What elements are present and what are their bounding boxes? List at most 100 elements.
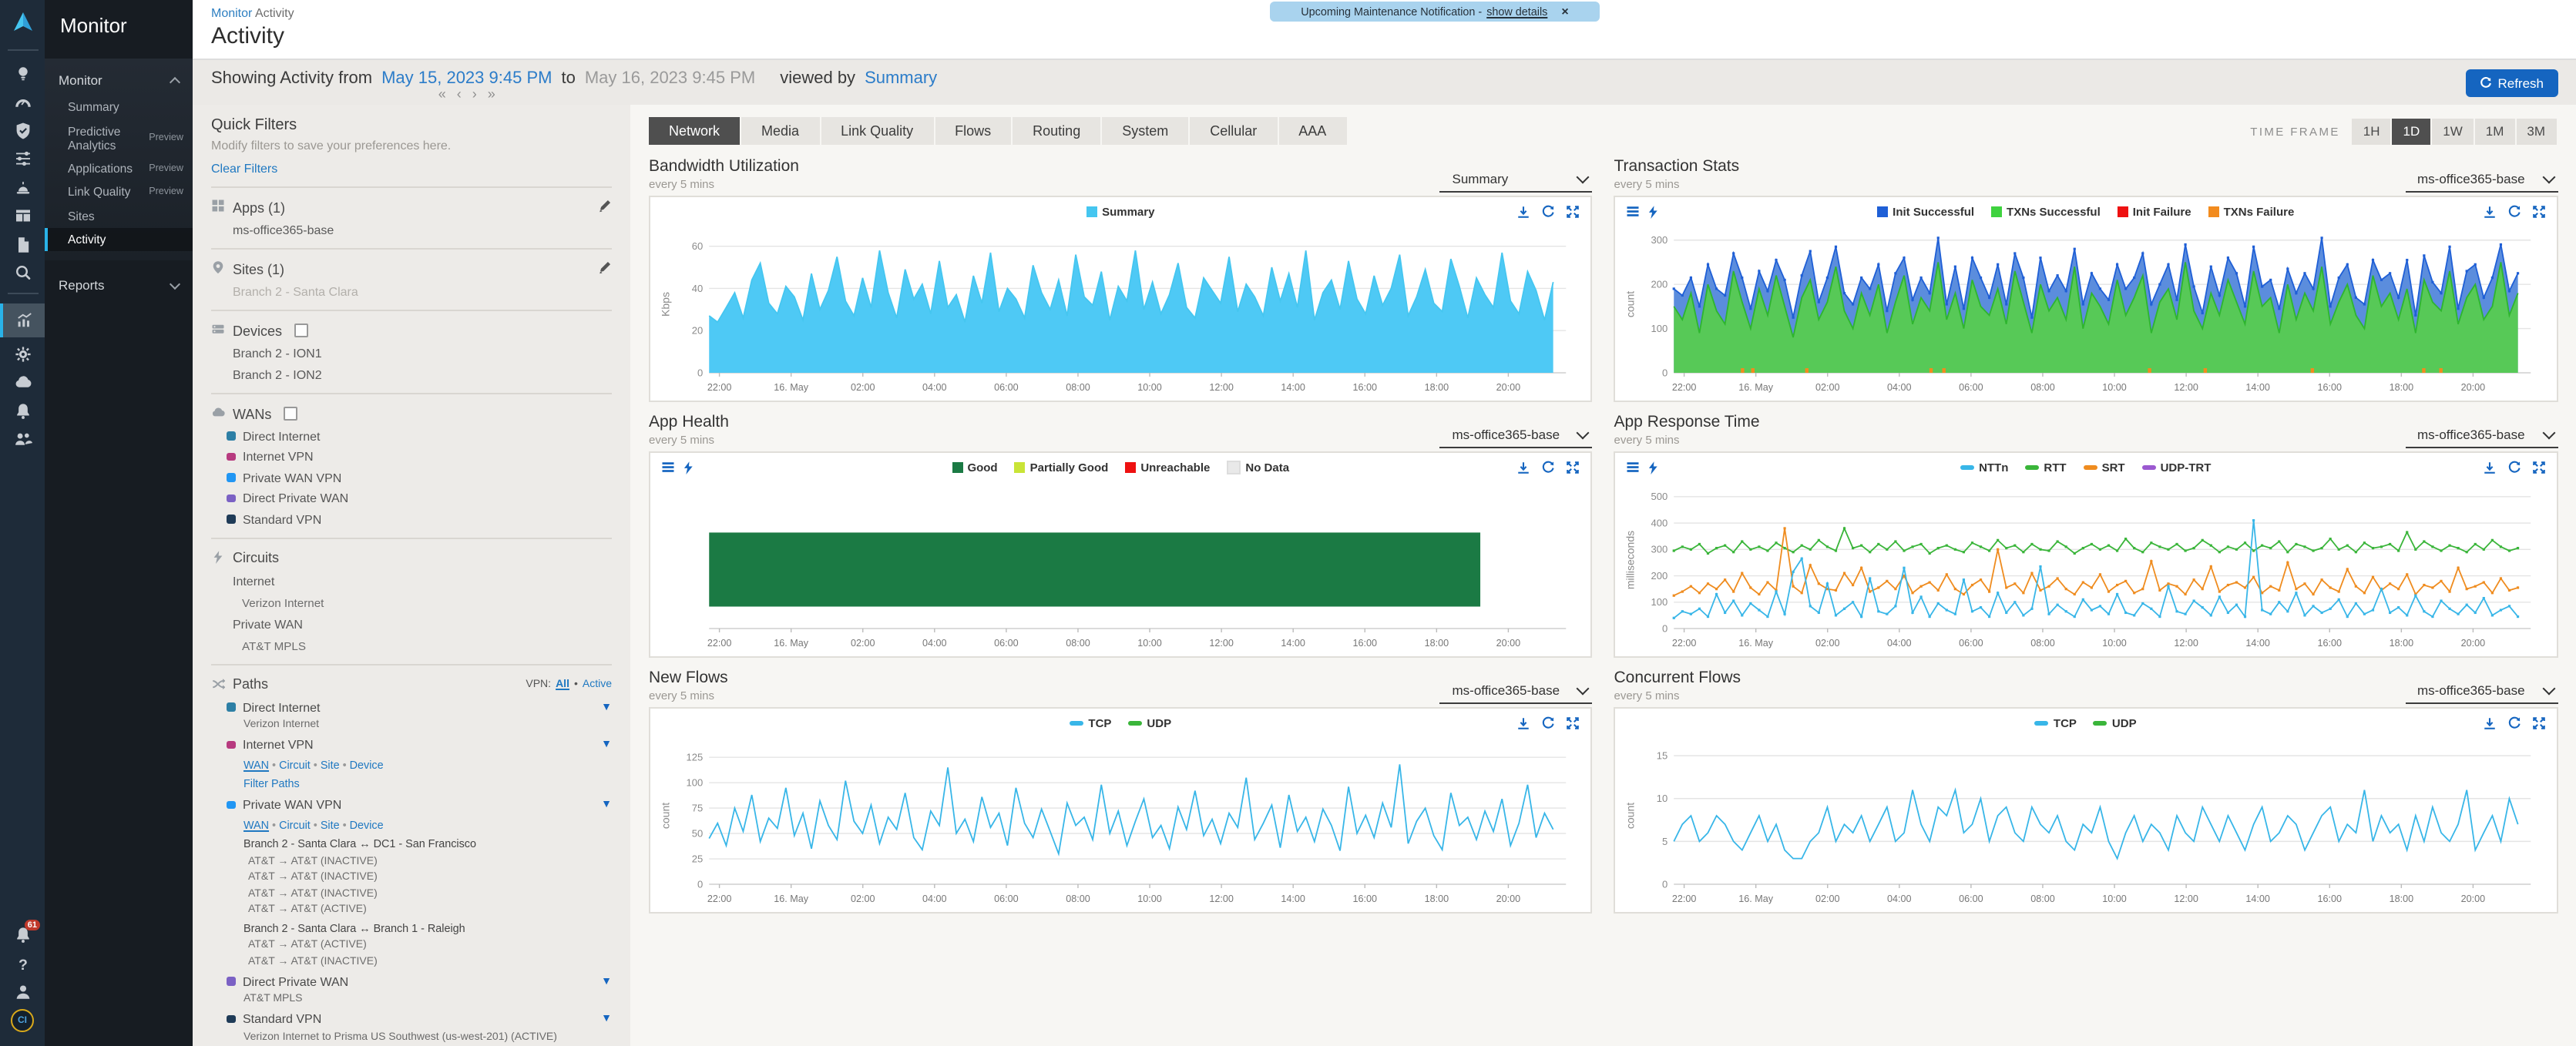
path-link-site[interactable]: Site	[321, 817, 340, 831]
rail-item-notifications[interactable]	[0, 398, 45, 423]
viewed-by-summary-link[interactable]: Summary	[865, 69, 937, 88]
rail-item-dashboard[interactable]	[0, 89, 45, 114]
tab-link-quality[interactable]: Link Quality	[821, 117, 935, 145]
sidebar-item-link-quality[interactable]: Link QualityPreview	[45, 180, 193, 204]
data-table-icon[interactable]	[1627, 461, 1641, 474]
data-table-icon[interactable]	[1627, 205, 1641, 219]
chevron-down-icon[interactable]: ▼	[601, 800, 612, 810]
refresh-icon[interactable]	[1542, 205, 1556, 219]
data-table-icon[interactable]	[661, 461, 675, 474]
lightning-icon[interactable]	[1647, 205, 1661, 219]
rail-item-controls[interactable]	[0, 146, 45, 171]
rail-item-insights[interactable]	[0, 61, 45, 85]
tab-aaa[interactable]: AAA	[1278, 117, 1348, 145]
pagination-arrow-0[interactable]: «	[438, 89, 446, 99]
path-link-wan[interactable]: WAN	[243, 817, 269, 831]
pagination-arrow-2[interactable]: ›	[472, 89, 477, 99]
chart-scope-dropdown[interactable]: ms-office365-base	[1440, 679, 1593, 704]
rail-item-alerts[interactable]: 61	[0, 923, 45, 947]
path-link-circuit[interactable]: Circuit	[279, 817, 311, 831]
chart-scope-dropdown[interactable]: ms-office365-base	[2405, 679, 2558, 704]
expand-icon[interactable]	[2531, 716, 2545, 730]
brand-logo[interactable]	[0, 0, 45, 46]
path-link-site[interactable]: Site	[321, 757, 340, 771]
expand-icon[interactable]	[2531, 205, 2545, 219]
sidebar-item-summary[interactable]: Summary	[45, 96, 193, 119]
download-icon[interactable]	[2482, 716, 2496, 730]
tab-media[interactable]: Media	[741, 117, 821, 145]
breadcrumb-monitor-link[interactable]: Monitor	[211, 6, 252, 20]
timeframe-1d[interactable]: 1D	[2393, 118, 2433, 144]
timeframe-1h[interactable]: 1H	[2353, 118, 2393, 144]
rail-item-search[interactable]	[0, 260, 45, 285]
chevron-down-icon[interactable]: ▼	[601, 739, 612, 750]
refresh-icon[interactable]	[2507, 716, 2521, 730]
refresh-icon[interactable]	[1542, 461, 1556, 474]
filter-checkbox[interactable]	[284, 407, 297, 421]
sidebar-item-activity[interactable]: Activity	[45, 228, 193, 252]
rail-item-help[interactable]: ?	[0, 951, 45, 976]
edit-filter-button[interactable]	[598, 260, 612, 277]
banner-close-icon[interactable]: ×	[1561, 5, 1568, 18]
edit-filter-button[interactable]	[598, 199, 612, 216]
chart-scope-dropdown[interactable]: ms-office365-base	[2405, 168, 2558, 193]
rail-item-settings[interactable]	[0, 341, 45, 366]
path-link-device[interactable]: Device	[350, 817, 384, 831]
download-icon[interactable]	[2482, 205, 2496, 219]
download-icon[interactable]	[1517, 205, 1531, 219]
rail-item-users[interactable]	[0, 427, 45, 451]
from-date-link[interactable]: May 15, 2023 9:45 PM	[381, 69, 552, 88]
chevron-down-icon[interactable]: ▼	[601, 976, 612, 987]
nav-section-header-reports[interactable]: Reports	[45, 270, 193, 301]
rail-item-cloud[interactable]	[0, 370, 45, 394]
tab-cellular[interactable]: Cellular	[1190, 117, 1278, 145]
refresh-icon[interactable]	[2507, 205, 2521, 219]
banner-show-details-link[interactable]: show details	[1486, 5, 1547, 18]
rail-item-security[interactable]	[0, 118, 45, 142]
rail-item-avatar[interactable]: CI	[0, 1008, 45, 1033]
expand-icon[interactable]	[1567, 205, 1580, 219]
tab-system[interactable]: System	[1102, 117, 1190, 145]
download-icon[interactable]	[2482, 461, 2496, 474]
clear-filters-link[interactable]: Clear Filters	[211, 162, 277, 176]
filter-paths-link[interactable]: Filter Paths	[243, 776, 612, 790]
chevron-down-icon[interactable]: ▼	[601, 1014, 612, 1024]
pagination-arrow-1[interactable]: ‹	[457, 89, 462, 99]
tab-routing[interactable]: Routing	[1013, 117, 1102, 145]
path-link-device[interactable]: Device	[350, 757, 384, 771]
refresh-button[interactable]: Refresh	[2465, 69, 2558, 97]
chart-scope-dropdown[interactable]: Summary	[1440, 168, 1593, 193]
chevron-down-icon[interactable]: ▼	[601, 702, 612, 712]
tab-flows[interactable]: Flows	[935, 117, 1013, 145]
lightning-icon[interactable]	[1647, 461, 1661, 474]
rail-item-alarms[interactable]	[0, 175, 45, 199]
timeframe-3m[interactable]: 3M	[2516, 118, 2558, 144]
timeframe-1m[interactable]: 1M	[2475, 118, 2517, 144]
rail-item-analytics[interactable]	[0, 303, 45, 337]
expand-icon[interactable]	[1567, 716, 1580, 730]
chart-scope-dropdown[interactable]: ms-office365-base	[2405, 424, 2558, 448]
expand-icon[interactable]	[2531, 461, 2545, 474]
sidebar-item-applications[interactable]: ApplicationsPreview	[45, 157, 193, 181]
timeframe-1w[interactable]: 1W	[2432, 118, 2475, 144]
path-link-circuit[interactable]: Circuit	[279, 757, 311, 771]
tab-network[interactable]: Network	[649, 117, 741, 145]
filter-checkbox[interactable]	[294, 324, 308, 337]
path-link-wan[interactable]: WAN	[243, 757, 269, 771]
pagination-arrow-3[interactable]: »	[488, 89, 495, 99]
download-icon[interactable]	[1517, 461, 1531, 474]
sidebar-item-sites[interactable]: Sites	[45, 204, 193, 228]
download-icon[interactable]	[1517, 716, 1531, 730]
refresh-icon[interactable]	[1542, 716, 1556, 730]
chart-scope-dropdown[interactable]: ms-office365-base	[1440, 424, 1593, 448]
sidebar-item-predictive-analytics[interactable]: Predictive AnalyticsPreview	[45, 119, 193, 157]
rail-item-user[interactable]	[0, 980, 45, 1004]
refresh-icon[interactable]	[2507, 461, 2521, 474]
lightning-icon[interactable]	[681, 461, 695, 474]
rail-item-reports[interactable]	[0, 232, 45, 256]
nav-section-header-monitor[interactable]: Monitor	[45, 65, 193, 96]
vpn-active-link[interactable]: Active	[583, 679, 612, 689]
expand-icon[interactable]	[1567, 461, 1580, 474]
vpn-all-link[interactable]: All	[556, 679, 569, 689]
rail-item-layout[interactable]	[0, 203, 45, 228]
